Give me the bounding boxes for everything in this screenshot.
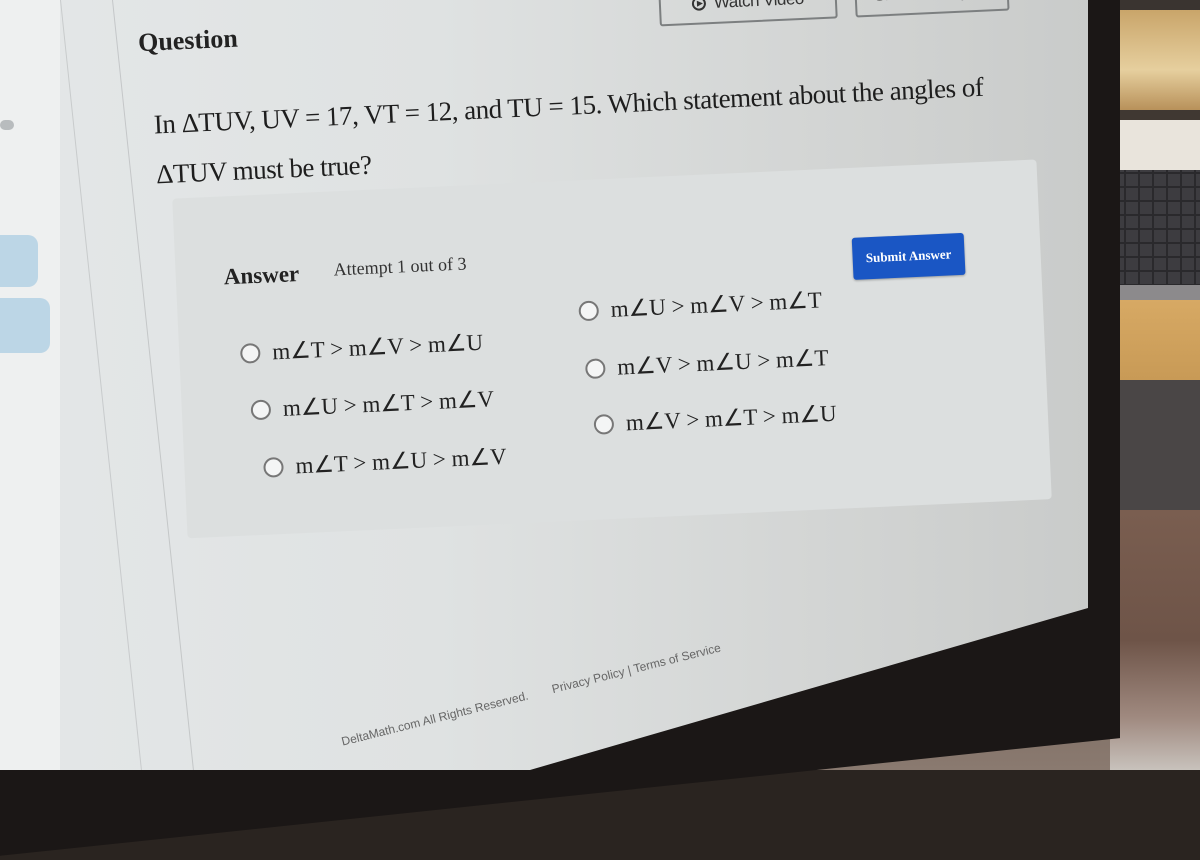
radio-button[interactable] — [239, 342, 261, 364]
submit-answer-button[interactable]: Submit Answer — [851, 232, 966, 280]
show-examples-button[interactable]: Show Examples — [853, 0, 1010, 18]
background-shelf — [1110, 10, 1200, 110]
background-lap — [1110, 510, 1200, 770]
play-circle-icon — [691, 0, 707, 11]
answer-label: Answer — [223, 261, 300, 290]
watch-video-label: Watch Video — [713, 0, 805, 12]
background-desk — [1110, 300, 1200, 380]
screen: Question Watch Video Show Examples In ΔT… — [0, 0, 1088, 770]
watch-video-button[interactable]: Watch Video — [658, 0, 838, 27]
radio-button[interactable] — [250, 399, 272, 421]
background-keyboard — [1110, 170, 1200, 300]
radio-button[interactable] — [578, 300, 600, 322]
footer-separator: | — [626, 662, 633, 678]
radio-button[interactable] — [584, 358, 606, 380]
background-paper — [1110, 120, 1200, 175]
question-heading: Question — [137, 23, 239, 58]
radio-button[interactable] — [263, 456, 284, 478]
background-shadow — [1110, 380, 1200, 510]
radio-button[interactable] — [593, 413, 615, 435]
